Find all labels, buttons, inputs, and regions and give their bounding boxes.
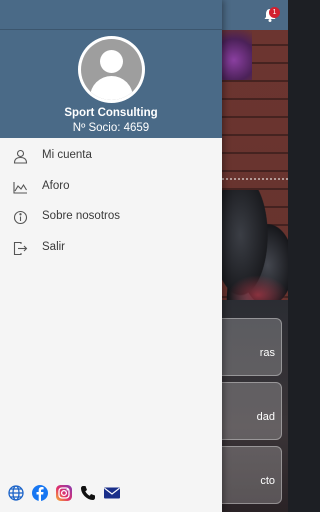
dotted-line: [222, 178, 288, 180]
avatar-placeholder-icon: [81, 39, 142, 100]
menu-item-label: Salir: [42, 240, 66, 253]
chart-icon: [13, 180, 28, 195]
notification-badge: 1: [269, 7, 280, 18]
drawer-header: Sport Consulting Nº Socio: 4659: [0, 0, 222, 138]
navigation-drawer: Sport Consulting Nº Socio: 4659 Mi cuent…: [0, 0, 222, 512]
person-icon: [13, 149, 28, 164]
info-icon: [13, 210, 28, 225]
member-number: Nº Socio: 4659: [72, 122, 150, 134]
menu-item-aforo[interactable]: Aforo: [0, 173, 222, 204]
logout-icon: [13, 241, 28, 256]
light-glow: [222, 30, 252, 80]
mail-icon[interactable]: [103, 484, 121, 502]
facebook-icon[interactable]: [31, 484, 49, 502]
avatar[interactable]: [78, 36, 145, 103]
menu-item-sobre-nosotros[interactable]: Sobre nosotros: [0, 203, 222, 234]
globe-icon[interactable]: [7, 484, 25, 502]
menu-item-label: Mi cuenta: [42, 149, 92, 161]
phone-icon[interactable]: [79, 484, 97, 502]
avatar-body: [90, 76, 133, 100]
menu-item-salir[interactable]: Salir: [0, 234, 222, 265]
divider: [0, 29, 222, 30]
menu-item-label: Sobre nosotros: [42, 210, 120, 222]
menu-item-mi-cuenta[interactable]: Mi cuenta: [0, 142, 222, 173]
avatar-head: [100, 50, 123, 73]
menu-item-label: Aforo: [42, 179, 70, 192]
user-name: Sport Consulting: [64, 107, 158, 119]
drawer-menu: Mi cuenta Aforo Sobre nosotros Salir: [0, 142, 222, 264]
instagram-icon[interactable]: [55, 484, 73, 502]
